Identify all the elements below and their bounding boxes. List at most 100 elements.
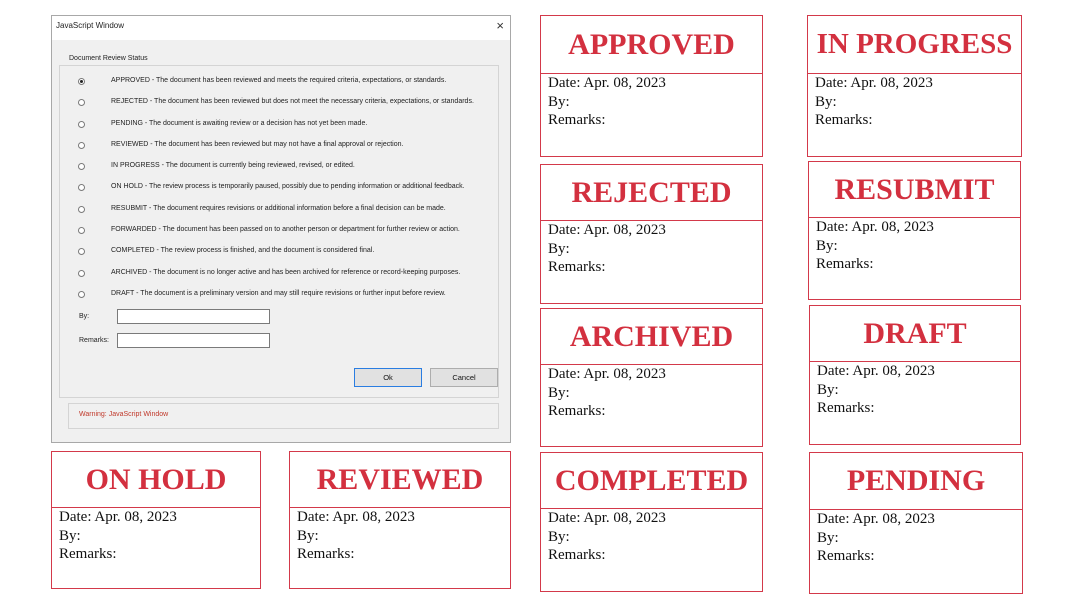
stamp-fields: Date: Apr. 08, 2023 By: Remarks: — [297, 508, 415, 564]
option-label: ARCHIVED - The document is no longer act… — [111, 269, 461, 276]
stamp-fields: Date: Apr. 08, 2023 By: Remarks: — [817, 510, 935, 566]
stamp-fields: Date: Apr. 08, 2023 By: Remarks: — [816, 218, 934, 274]
warning-text: Warning: JavaScript Window — [79, 411, 169, 418]
stamp-fields: Date: Apr. 08, 2023 By: Remarks: — [548, 365, 666, 421]
stamp-completed: COMPLETED Date: Apr. 08, 2023 By: Remark… — [540, 452, 763, 592]
radio-button[interactable] — [78, 247, 85, 255]
radio-button[interactable] — [78, 226, 85, 234]
radio-button[interactable] — [78, 269, 85, 277]
stamp-remarks: Remarks: — [548, 259, 606, 275]
stamp-fields: Date: Apr. 08, 2023 By: Remarks: — [548, 509, 666, 565]
radio-option-in-progress[interactable]: IN PROGRESS - The document is currently … — [78, 159, 355, 173]
javascript-dialog: JavaScript Window × Document Review Stat… — [51, 15, 511, 443]
cancel-button[interactable]: Cancel — [430, 368, 498, 387]
stamp-fields: Date: Apr. 08, 2023 By: Remarks: — [548, 221, 666, 277]
stamp-title: ON HOLD — [52, 452, 260, 508]
stamp-date: Date: Apr. 08, 2023 — [297, 509, 415, 525]
stamp-title: DRAFT — [810, 306, 1020, 362]
stamp-reviewed: REVIEWED Date: Apr. 08, 2023 By: Remarks… — [289, 451, 511, 589]
radio-button[interactable] — [78, 98, 85, 106]
stamp-date: Date: Apr. 08, 2023 — [817, 363, 935, 379]
stamp-by: By: — [815, 93, 837, 110]
stamp-date: Date: Apr. 08, 2023 — [815, 75, 933, 91]
stamp-pending: PENDING Date: Apr. 08, 2023 By: Remarks: — [809, 452, 1023, 594]
radio-button[interactable] — [78, 162, 85, 170]
radio-option-rejected[interactable]: REJECTED - The document has been reviewe… — [78, 95, 474, 109]
by-label: By: — [79, 313, 90, 320]
stamp-remarks: Remarks: — [59, 546, 117, 562]
stamp-by: By: — [59, 527, 81, 544]
radio-option-forwarded[interactable]: FORWARDED - The document has been passed… — [78, 223, 460, 237]
stamp-title: RESUBMIT — [809, 162, 1020, 218]
close-icon[interactable]: × — [496, 18, 504, 33]
stamp-title: REJECTED — [541, 165, 762, 221]
stamp-date: Date: Apr. 08, 2023 — [548, 510, 666, 526]
ok-button[interactable]: Ok — [354, 368, 422, 387]
stamp-by: By: — [816, 237, 838, 254]
stamp-archived: ARCHIVED Date: Apr. 08, 2023 By: Remarks… — [540, 308, 763, 447]
radio-button[interactable] — [78, 141, 85, 149]
stamp-remarks: Remarks: — [548, 112, 606, 128]
stamp-by: By: — [817, 381, 839, 398]
radio-option-pending[interactable]: PENDING - The document is awaiting revie… — [78, 117, 367, 131]
by-input[interactable] — [117, 309, 270, 324]
stamp-approved: APPROVED Date: Apr. 08, 2023 By: Remarks… — [540, 15, 763, 157]
stamp-in-progress: IN PROGRESS Date: Apr. 08, 2023 By: Rema… — [807, 15, 1022, 157]
group-label: Document Review Status — [69, 55, 148, 62]
stamp-date: Date: Apr. 08, 2023 — [548, 75, 666, 91]
option-label: REJECTED - The document has been reviewe… — [111, 98, 474, 105]
stamp-remarks: Remarks: — [816, 256, 874, 272]
stamp-date: Date: Apr. 08, 2023 — [59, 509, 177, 525]
option-label: FORWARDED - The document has been passed… — [111, 226, 460, 233]
stamp-fields: Date: Apr. 08, 2023 By: Remarks: — [59, 508, 177, 564]
remarks-input[interactable] — [117, 333, 270, 348]
stamp-date: Date: Apr. 08, 2023 — [817, 511, 935, 527]
stamp-by: By: — [297, 527, 319, 544]
stamp-title: ARCHIVED — [541, 309, 762, 365]
stamp-remarks: Remarks: — [548, 547, 606, 563]
dialog-title: JavaScript Window — [56, 21, 125, 30]
stamp-fields: Date: Apr. 08, 2023 By: Remarks: — [815, 74, 933, 130]
radio-option-resubmit[interactable]: RESUBMIT - The document requires revisio… — [78, 202, 446, 216]
stamp-by: By: — [548, 93, 570, 110]
radio-option-draft[interactable]: DRAFT - The document is a preliminary ve… — [78, 287, 446, 301]
stamp-title: COMPLETED — [541, 453, 762, 509]
option-label: IN PROGRESS - The document is currently … — [111, 162, 355, 169]
stamp-remarks: Remarks: — [817, 400, 875, 416]
radio-button[interactable] — [78, 77, 85, 85]
stamp-fields: Date: Apr. 08, 2023 By: Remarks: — [817, 362, 935, 418]
stamp-resubmit: RESUBMIT Date: Apr. 08, 2023 By: Remarks… — [808, 161, 1021, 300]
radio-button[interactable] — [78, 290, 85, 298]
stamp-title: APPROVED — [541, 16, 762, 74]
stamp-fields: Date: Apr. 08, 2023 By: Remarks: — [548, 74, 666, 130]
stamp-title: REVIEWED — [290, 452, 510, 508]
radio-option-reviewed[interactable]: REVIEWED - The document has been reviewe… — [78, 138, 403, 152]
dialog-titlebar: JavaScript Window × — [52, 16, 510, 40]
stamp-rejected: REJECTED Date: Apr. 08, 2023 By: Remarks… — [540, 164, 763, 304]
stamp-date: Date: Apr. 08, 2023 — [548, 222, 666, 238]
stamp-remarks: Remarks: — [817, 548, 875, 564]
radio-option-on-hold[interactable]: ON HOLD - The review process is temporar… — [78, 180, 465, 194]
radio-button[interactable] — [78, 120, 85, 128]
stamp-by: By: — [817, 529, 839, 546]
stamp-title: PENDING — [810, 453, 1022, 510]
stamp-date: Date: Apr. 08, 2023 — [548, 366, 666, 382]
radio-option-archived[interactable]: ARCHIVED - The document is no longer act… — [78, 266, 460, 280]
radio-option-approved[interactable]: APPROVED - The document has been reviewe… — [78, 74, 446, 88]
option-label: REVIEWED - The document has been reviewe… — [111, 141, 404, 148]
stamp-remarks: Remarks: — [297, 546, 355, 562]
option-label: COMPLETED - The review process is finish… — [111, 247, 375, 254]
stamp-remarks: Remarks: — [815, 112, 873, 128]
remarks-label: Remarks: — [79, 337, 109, 344]
stamp-remarks: Remarks: — [548, 403, 606, 419]
option-label: DRAFT - The document is a preliminary ve… — [111, 290, 446, 297]
stamp-by: By: — [548, 384, 570, 401]
radio-button[interactable] — [78, 205, 85, 213]
warning-bar: Warning: JavaScript Window — [68, 403, 499, 429]
stamp-by: By: — [548, 240, 570, 257]
option-label: RESUBMIT - The document requires revisio… — [111, 205, 446, 212]
option-label: PENDING - The document is awaiting revie… — [111, 120, 368, 127]
radio-option-completed[interactable]: COMPLETED - The review process is finish… — [78, 244, 374, 258]
radio-button[interactable] — [78, 183, 85, 191]
option-label: APPROVED - The document has been reviewe… — [111, 77, 447, 84]
